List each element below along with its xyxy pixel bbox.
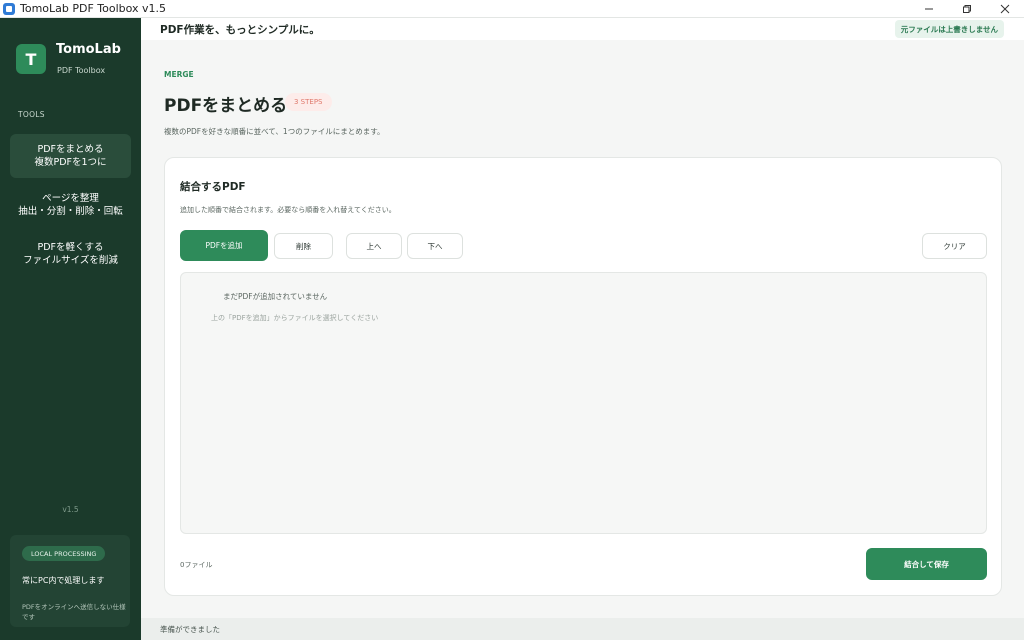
status-text: 準備ができました — [160, 624, 220, 634]
steps-badge: 3 STEPS — [285, 93, 332, 111]
window-title: TomoLab PDF Toolbox v1.5 — [20, 2, 167, 15]
tools-section-label: TOOLS — [18, 110, 45, 119]
window-controls — [910, 0, 1024, 18]
sidebar-item-title: PDFをまとめる — [37, 144, 104, 155]
sidebar-item-title: ページを整理 — [42, 193, 99, 204]
add-pdf-button[interactable]: PDFを追加 — [180, 230, 268, 261]
page-kicker: MERGE — [164, 70, 194, 79]
local-processing-note: PDFをオンラインへ送信しない仕様です — [22, 603, 126, 621]
brand-subtitle: PDF Toolbox — [57, 66, 106, 75]
file-list-dropzone[interactable]: まだPDFが追加されていません 上の「PDFを追加」からファイルを選択してくださ… — [180, 272, 987, 534]
title-bar: TomoLab PDF Toolbox v1.5 — [0, 0, 1024, 18]
tagline: PDF作業を、もっとシンプルに。 — [160, 23, 320, 36]
minimize-icon[interactable] — [910, 0, 948, 18]
page-description: 複数のPDFを好きな順番に並べて、1つのファイルにまとめます。 — [164, 127, 385, 136]
brand-name: TomoLab — [56, 42, 121, 57]
local-processing-title: 常にPC内で処理します — [22, 576, 105, 585]
sidebar-item-subtitle: 抽出・分割・削除・回転 — [18, 206, 123, 217]
status-bar: 準備ができました — [141, 618, 1024, 640]
logo: T — [16, 44, 46, 74]
version-label: v1.5 — [62, 505, 79, 514]
top-header: PDF作業を、もっとシンプルに。 元ファイルは上書きしません — [141, 18, 1024, 40]
sidebar-item-merge[interactable]: PDFをまとめる 複数PDFを1つに — [10, 134, 131, 178]
restore-icon[interactable] — [948, 0, 986, 18]
merge-card: 結合するPDF 追加した順番で結合されます。必要なら順番を入れ替えてください。 … — [164, 157, 1002, 596]
move-up-button[interactable]: 上へ — [346, 233, 402, 259]
page-title: PDFをまとめる — [164, 96, 288, 116]
card-title: 結合するPDF — [180, 181, 246, 193]
sidebar-item-title: PDFを軽くする — [37, 242, 104, 253]
sidebar-item-subtitle: 複数PDFを1つに — [34, 157, 107, 168]
delete-button[interactable]: 削除 — [274, 233, 333, 259]
empty-state-hint: 上の「PDFを追加」からファイルを選択してください — [211, 314, 379, 322]
sidebar: T TomoLab PDF Toolbox TOOLS PDFをまとめる 複数P… — [0, 18, 141, 640]
no-overwrite-badge: 元ファイルは上書きしません — [894, 20, 1004, 38]
clear-button[interactable]: クリア — [922, 233, 987, 259]
merge-save-button[interactable]: 結合して保存 — [866, 548, 987, 580]
move-down-button[interactable]: 下へ — [407, 233, 463, 259]
empty-state-title: まだPDFが追加されていません — [223, 292, 328, 301]
local-processing-card: LOCAL PROCESSING 常にPC内で処理します PDFをオンラインへ送… — [10, 535, 130, 627]
local-processing-badge: LOCAL PROCESSING — [22, 546, 106, 561]
card-description: 追加した順番で結合されます。必要なら順番を入れ替えてください。 — [180, 206, 396, 214]
sidebar-item-subtitle: ファイルサイズを削減 — [23, 255, 118, 266]
close-icon[interactable] — [986, 0, 1024, 18]
sidebar-item-organize[interactable]: ページを整理 抽出・分割・削除・回転 — [10, 183, 131, 227]
file-count: 0ファイル — [180, 561, 213, 569]
sidebar-item-compress[interactable]: PDFを軽くする ファイルサイズを削減 — [10, 232, 131, 276]
app-icon — [3, 2, 15, 15]
